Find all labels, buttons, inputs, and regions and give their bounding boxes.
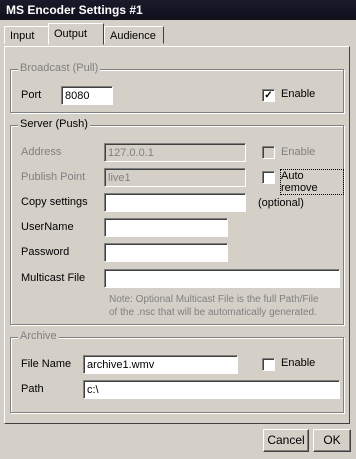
port-label: Port	[21, 89, 42, 101]
archive-enable-label: Enable	[281, 357, 316, 369]
tab-strip: Input Output Audience	[0, 22, 356, 48]
auto-remove-checkbox[interactable]	[262, 171, 275, 184]
button-bar: Cancel OK	[0, 424, 356, 459]
server-legend: Server (Push)	[18, 118, 90, 130]
copy-settings-label: Copy settings	[21, 196, 88, 208]
cancel-button[interactable]: Cancel	[263, 429, 309, 452]
multicast-note-line2: of the .nsc that will be automatically g…	[109, 307, 317, 318]
tab-input-label: Input	[10, 30, 35, 42]
username-label: UserName	[21, 221, 74, 233]
tab-audience-label: Audience	[110, 30, 156, 42]
address-enable-label: Enable	[281, 146, 316, 158]
broadcast-enable-label: Enable	[281, 88, 316, 100]
broadcast-legend: Broadcast (Pull)	[18, 62, 101, 74]
tab-audience[interactable]: Audience	[104, 26, 164, 44]
address-input[interactable]: 127.0.0.1	[104, 143, 246, 162]
password-input[interactable]	[104, 243, 228, 262]
path-label: Path	[21, 383, 44, 395]
server-group: Server (Push) Address 127.0.0.1 Enable P…	[10, 118, 344, 325]
multicast-note-line1: Note: Optional Multicast File is the ful…	[109, 294, 319, 305]
output-panel: Broadcast (Pull) Port 8080 ✓ Enable Serv…	[4, 46, 350, 424]
tab-output-label: Output	[54, 28, 88, 40]
publish-point-label: Publish Point	[21, 171, 86, 183]
broadcast-group: Broadcast (Pull) Port 8080 ✓ Enable	[10, 62, 344, 113]
password-label: Password	[21, 246, 70, 258]
copy-settings-input[interactable]	[104, 193, 246, 212]
file-name-input[interactable]: archive1.wmv	[83, 355, 238, 374]
archive-enable-checkbox[interactable]	[262, 358, 275, 371]
ok-button[interactable]: OK	[313, 429, 351, 452]
archive-legend: Archive	[18, 330, 59, 342]
optional-label: (optional)	[258, 197, 304, 209]
address-enable-checkbox[interactable]	[262, 146, 275, 159]
path-input[interactable]: c:\	[83, 380, 340, 399]
port-input[interactable]: 8080	[61, 86, 113, 105]
auto-remove-label[interactable]: Auto remove	[280, 169, 344, 195]
tab-output[interactable]: Output	[48, 23, 104, 45]
address-label: Address	[21, 146, 62, 158]
multicast-file-label: Multicast File	[21, 272, 86, 284]
broadcast-enable-checkbox[interactable]: ✓	[262, 89, 275, 102]
multicast-file-input[interactable]	[104, 269, 340, 288]
tab-input[interactable]: Input	[4, 26, 49, 44]
file-name-label: File Name	[21, 358, 72, 370]
title-bar: MS Encoder Settings #1	[0, 0, 356, 20]
window-title: MS Encoder Settings #1	[6, 3, 143, 17]
archive-group: Archive File Name archive1.wmv Enable Pa…	[10, 330, 344, 413]
username-input[interactable]	[104, 218, 228, 237]
publish-point-input[interactable]: live1	[104, 168, 246, 187]
